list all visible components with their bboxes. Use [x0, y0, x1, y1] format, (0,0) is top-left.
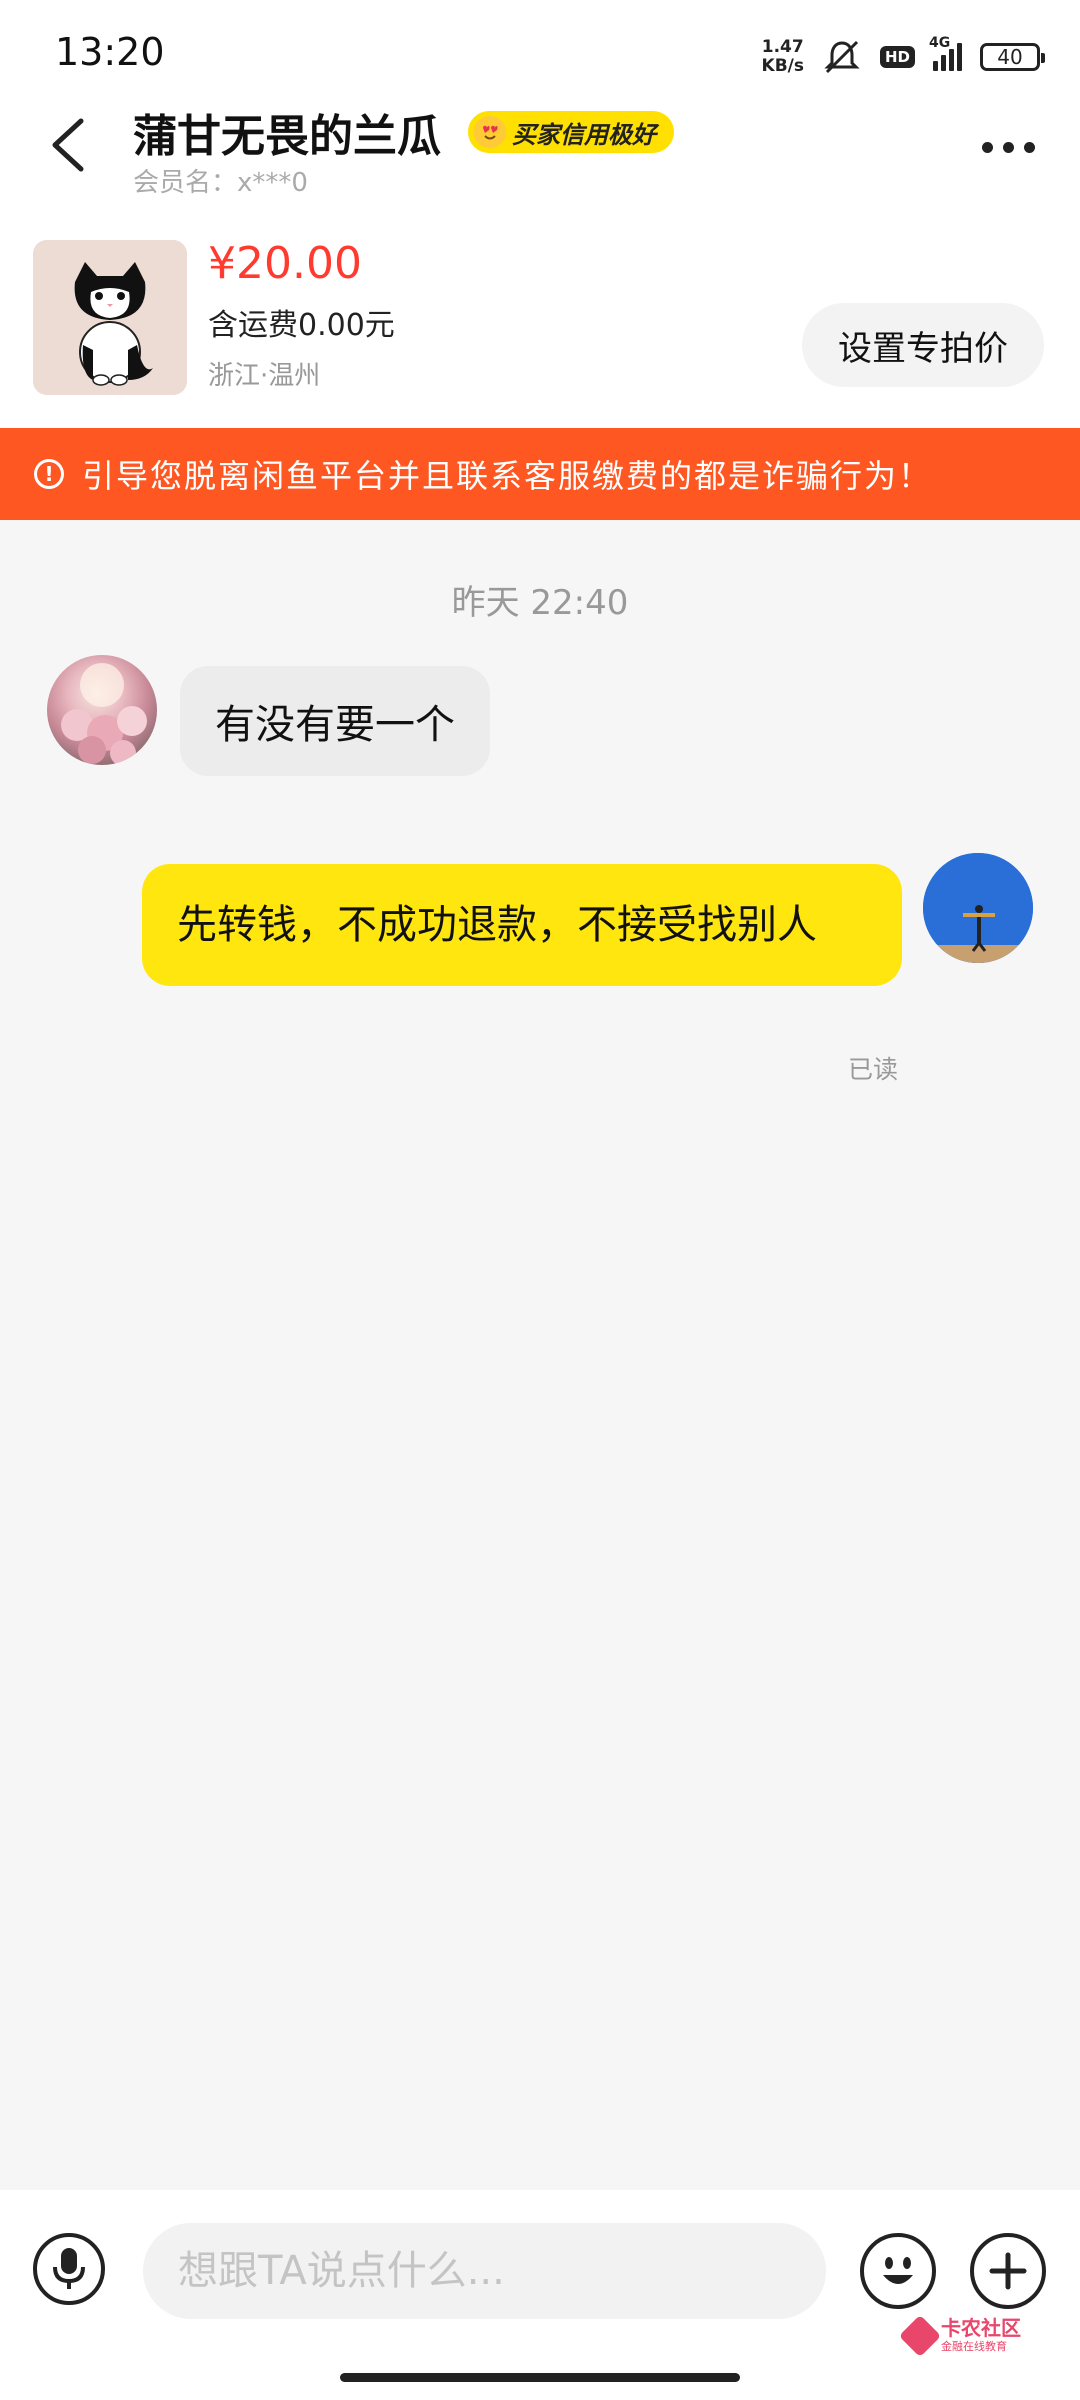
status-time: 13:20: [55, 30, 165, 74]
contact-name[interactable]: 蒲甘无畏的兰瓜: [133, 100, 441, 164]
signal-bar: [949, 49, 954, 71]
smiley-face-icon: [883, 2257, 913, 2284]
heart-eyes-emoji-icon: [474, 116, 506, 148]
product-image[interactable]: [33, 240, 187, 395]
signal-bar: [933, 61, 938, 71]
watermark-subtitle: 金融在线教育: [941, 2340, 1007, 2353]
warning-icon: !: [34, 459, 64, 489]
message-input[interactable]: [143, 2223, 826, 2319]
emoji-button[interactable]: [860, 2233, 936, 2309]
credit-badge[interactable]: 买家信用极好: [468, 111, 674, 153]
set-special-price-button[interactable]: 设置专拍价: [802, 303, 1044, 387]
member-name: 会员名：x***0: [133, 168, 308, 198]
my-avatar[interactable]: [923, 853, 1033, 963]
signal-bar: [941, 55, 946, 71]
more-dot: [1003, 142, 1014, 153]
back-arrow-icon[interactable]: [45, 115, 95, 175]
message-bubble-incoming[interactable]: 有没有要一个: [180, 666, 490, 776]
signal-bar: [957, 43, 962, 71]
chat-timestamp: 昨天 22:40: [451, 583, 629, 623]
watermark-logo-icon: [898, 2314, 942, 2358]
more-actions-button[interactable]: [970, 2233, 1046, 2309]
product-location: 浙江·温州: [208, 361, 321, 391]
message-bubble-outgoing[interactable]: 先转钱，不成功退款，不接受找别人: [142, 864, 902, 986]
network-speed: 1.47 KB/s: [761, 37, 804, 76]
shipping-fee: 含运费0.00元: [208, 308, 395, 343]
status-icons: 1.47 KB/s HD 4G 40: [761, 32, 1045, 82]
warning-text: 引导您脱离闲鱼平台并且联系客服缴费的都是诈骗行为！: [82, 457, 933, 495]
hd-badge: HD: [879, 46, 915, 68]
more-dot: [1024, 142, 1035, 153]
microphone-icon: [53, 2248, 85, 2289]
more-options-icon[interactable]: [982, 142, 1035, 153]
signal-icon: 4G: [929, 35, 962, 71]
contact-avatar[interactable]: [47, 655, 157, 765]
fraud-warning-banner: ! 引导您脱离闲鱼平台并且联系客服缴费的都是诈骗行为！: [0, 428, 1080, 520]
plus-icon: [989, 2252, 1027, 2290]
watermark-title: 卡农社区: [941, 2316, 1021, 2340]
read-receipt: 已读: [848, 1055, 899, 1084]
product-price: ¥20.00: [208, 238, 362, 289]
home-indicator[interactable]: [340, 2373, 740, 2382]
credit-badge-label: 买家信用极好: [512, 120, 656, 149]
battery-icon: 40: [980, 43, 1045, 71]
more-dot: [982, 142, 993, 153]
watermark: 卡农社区 金融在线教育: [898, 2314, 1021, 2358]
mute-bell-icon: [824, 40, 860, 74]
voice-input-button[interactable]: [33, 2233, 105, 2305]
